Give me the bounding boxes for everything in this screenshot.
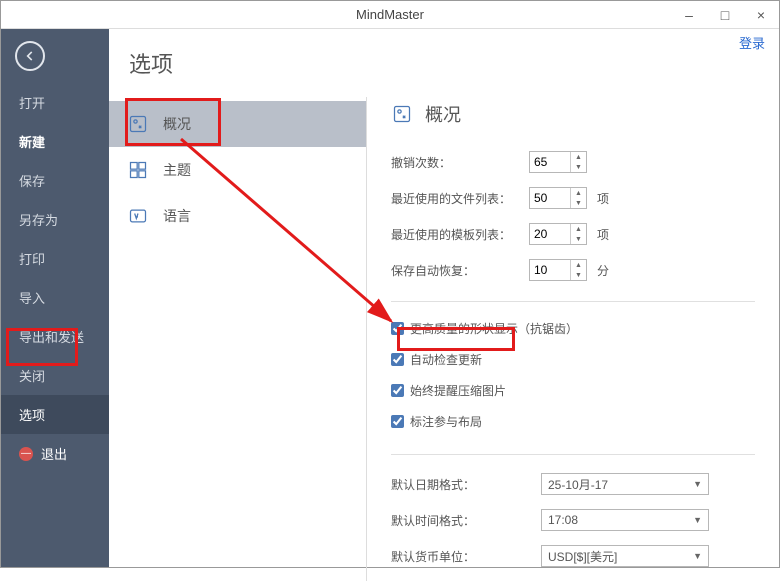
category-overview[interactable]: 概况	[109, 101, 366, 147]
chk-update-label: 自动检查更新	[410, 351, 482, 368]
content: 选项 概况 主题	[109, 29, 779, 567]
chk-row-layout: 标注参与布局	[391, 413, 755, 430]
row-recent-files: 最近使用的文件列表： ▲▼ 项	[391, 187, 755, 209]
spin-down-icon[interactable]: ▼	[571, 234, 586, 244]
category-list: 概况 主题 语言	[109, 97, 367, 581]
spin-down-icon[interactable]: ▼	[571, 162, 586, 172]
date-format-select[interactable]: 25-10月-17 ▼	[541, 473, 709, 495]
main-area: 打开 新建 保存 另存为 打印 导入 导出和发送 关闭 选项 — 退出 选项 概…	[1, 29, 779, 567]
chk-hq[interactable]	[391, 322, 404, 335]
back-button[interactable]	[15, 41, 45, 71]
autosave-label: 保存自动恢复：	[391, 262, 529, 279]
chk-row-hq: 更高质量的形状显示（抗锯齿）	[391, 320, 755, 337]
recent-templates-input[interactable]	[530, 224, 570, 244]
time-format-label: 默认时间格式：	[391, 512, 541, 529]
chevron-down-icon: ▼	[693, 515, 702, 525]
row-undo: 撤销次数： ▲▼	[391, 151, 755, 173]
category-language[interactable]: 语言	[109, 193, 366, 239]
spin-up-icon[interactable]: ▲	[571, 260, 586, 270]
sidebar-item-close[interactable]: 关闭	[1, 356, 109, 395]
minimize-button[interactable]: –	[671, 1, 707, 29]
sidebar-item-open[interactable]: 打开	[1, 83, 109, 122]
defaults-group: 默认日期格式： 25-10月-17 ▼ 默认时间格式： 17:08 ▼	[391, 454, 755, 567]
chk-compress-label: 始终提醒压缩图片	[410, 382, 506, 399]
time-format-select[interactable]: 17:08 ▼	[541, 509, 709, 531]
sidebar-item-save[interactable]: 保存	[1, 161, 109, 200]
row-currency: 默认货币单位： USD[$][美元] ▼	[391, 545, 755, 567]
language-icon	[127, 205, 149, 227]
overview-icon	[391, 103, 413, 125]
category-theme[interactable]: 主题	[109, 147, 366, 193]
settings-header-title: 概况	[425, 101, 461, 127]
date-format-label: 默认日期格式：	[391, 476, 541, 493]
sidebar-item-import[interactable]: 导入	[1, 278, 109, 317]
page-title: 选项	[109, 47, 779, 79]
currency-value: USD[$][美元]	[548, 548, 617, 565]
recent-templates-spinner[interactable]: ▲▼	[529, 223, 587, 245]
autosave-unit: 分	[597, 262, 609, 279]
currency-label: 默认货币单位：	[391, 548, 541, 565]
content-body: 概况 主题 语言	[109, 97, 779, 581]
recent-files-label: 最近使用的文件列表：	[391, 190, 529, 207]
chk-hq-label: 更高质量的形状显示（抗锯齿）	[410, 320, 578, 337]
chk-update[interactable]	[391, 353, 404, 366]
back-arrow-icon	[23, 49, 37, 63]
date-format-value: 25-10月-17	[548, 476, 608, 493]
maximize-button[interactable]: □	[707, 1, 743, 29]
spin-up-icon[interactable]: ▲	[571, 224, 586, 234]
category-label: 概况	[163, 114, 191, 134]
sidebar-item-print[interactable]: 打印	[1, 239, 109, 278]
autosave-input[interactable]	[530, 260, 570, 280]
sidebar-item-export[interactable]: 导出和发送	[1, 317, 109, 356]
chevron-down-icon: ▼	[693, 551, 702, 561]
spin-down-icon[interactable]: ▼	[571, 198, 586, 208]
recent-files-input[interactable]	[530, 188, 570, 208]
chk-layout-label: 标注参与布局	[410, 413, 482, 430]
chk-layout[interactable]	[391, 415, 404, 428]
window-controls: – □ ×	[671, 1, 779, 29]
sidebar-item-label: 退出	[41, 444, 67, 463]
settings-header: 概况	[391, 101, 755, 127]
undo-input[interactable]	[530, 152, 570, 172]
sidebar-item-options[interactable]: 选项	[1, 395, 109, 434]
sidebar-item-exit[interactable]: — 退出	[1, 434, 109, 473]
row-time-format: 默认时间格式： 17:08 ▼	[391, 509, 755, 531]
checkbox-group: 更高质量的形状显示（抗锯齿） 自动检查更新 始终提醒压缩图片 标注参与布局	[391, 301, 755, 430]
sidebar: 打开 新建 保存 另存为 打印 导入 导出和发送 关闭 选项 — 退出	[1, 29, 109, 567]
chk-row-compress: 始终提醒压缩图片	[391, 382, 755, 399]
chevron-down-icon: ▼	[693, 479, 702, 489]
time-format-value: 17:08	[548, 513, 578, 527]
chk-row-update: 自动检查更新	[391, 351, 755, 368]
recent-files-spinner[interactable]: ▲▼	[529, 187, 587, 209]
exit-icon: —	[19, 447, 33, 461]
undo-spinner[interactable]: ▲▼	[529, 151, 587, 173]
theme-icon	[127, 159, 149, 181]
window-title: MindMaster	[356, 7, 424, 22]
spin-up-icon[interactable]: ▲	[571, 188, 586, 198]
row-date-format: 默认日期格式： 25-10月-17 ▼	[391, 473, 755, 495]
row-autosave: 保存自动恢复： ▲▼ 分	[391, 259, 755, 281]
category-label: 语言	[163, 206, 191, 226]
spin-up-icon[interactable]: ▲	[571, 152, 586, 162]
close-button[interactable]: ×	[743, 1, 779, 29]
settings-panel: 概况 撤销次数： ▲▼ 最近使用的文件列表： ▲▼ 项	[367, 97, 779, 581]
sidebar-item-new[interactable]: 新建	[1, 122, 109, 161]
row-recent-templates: 最近使用的模板列表： ▲▼ 项	[391, 223, 755, 245]
undo-label: 撤销次数：	[391, 154, 529, 171]
spin-down-icon[interactable]: ▼	[571, 270, 586, 280]
recent-templates-label: 最近使用的模板列表：	[391, 226, 529, 243]
overview-icon	[127, 113, 149, 135]
recent-templates-unit: 项	[597, 226, 609, 243]
recent-files-unit: 项	[597, 190, 609, 207]
sidebar-item-saveas[interactable]: 另存为	[1, 200, 109, 239]
category-label: 主题	[163, 160, 191, 180]
title-bar: MindMaster – □ ×	[1, 1, 779, 29]
chk-compress[interactable]	[391, 384, 404, 397]
currency-select[interactable]: USD[$][美元] ▼	[541, 545, 709, 567]
autosave-spinner[interactable]: ▲▼	[529, 259, 587, 281]
